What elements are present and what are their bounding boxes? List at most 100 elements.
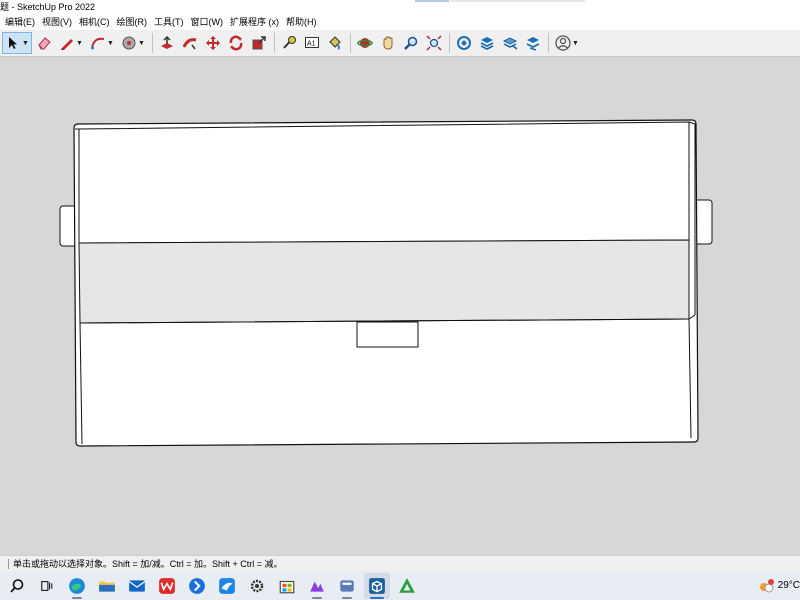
pan-tool-button[interactable] <box>377 32 399 54</box>
user-circle-icon <box>555 35 571 51</box>
menu-help[interactable]: 帮助(H) <box>286 14 317 30</box>
taskbar-sketchup-button[interactable] <box>364 572 390 599</box>
titlebar-accent-2 <box>450 0 585 2</box>
lid-band-face <box>78 239 690 324</box>
3d-warehouse-tool-button[interactable] <box>453 32 475 54</box>
store-icon <box>279 580 295 593</box>
task-view-icon <box>41 580 53 591</box>
arc-icon <box>91 37 105 50</box>
toolbar-separator <box>350 33 351 53</box>
edge-icon <box>69 577 85 594</box>
taskbar-app-purple-button[interactable] <box>304 573 330 599</box>
system-tray: 29°C <box>758 571 800 600</box>
taskbar-app-green-button[interactable] <box>394 573 420 599</box>
weather-icon[interactable] <box>758 578 774 594</box>
status-hint: 单击或拖动以选择对象。Shift = 加/减。Ctrl = 加。Shift + … <box>13 559 283 569</box>
mail-icon <box>128 579 146 592</box>
send-to-layout-tool-button[interactable] <box>522 32 544 54</box>
arc-tool-button[interactable]: ▼ <box>87 32 117 54</box>
taskbar-file-explorer-button[interactable] <box>94 573 120 599</box>
taskbar-edge-button[interactable] <box>64 573 90 599</box>
layout-icon <box>526 37 540 51</box>
menu-edit[interactable]: 编辑(E) <box>5 14 35 30</box>
taskbar-search-button[interactable] <box>4 573 30 599</box>
menu-extensions[interactable]: 扩展程序 (x) <box>230 14 279 30</box>
select-tool-button[interactable]: ▼ <box>2 32 32 54</box>
scale-icon <box>252 36 266 50</box>
lid-top-face <box>78 121 690 244</box>
rotate-tool-button[interactable] <box>225 32 247 54</box>
orbit-tool-button[interactable] <box>354 32 376 54</box>
shape-tool-button[interactable]: ▼ <box>118 32 148 54</box>
bird-icon <box>219 577 235 594</box>
taskbar-store-button[interactable] <box>274 573 300 599</box>
paint-bucket-tool-button[interactable] <box>324 32 346 54</box>
chevron-down-icon[interactable]: ▼ <box>76 40 83 47</box>
hand-icon <box>383 36 393 50</box>
taskbar-app-blue-button[interactable] <box>184 573 210 599</box>
eraser-icon <box>38 37 51 50</box>
scale-tool-button[interactable] <box>248 32 270 54</box>
extension-warehouse-tool-button[interactable] <box>476 32 498 54</box>
zoom-tool-button[interactable] <box>400 32 422 54</box>
rotate-icon <box>229 35 243 51</box>
tape-measure-tool-button[interactable] <box>278 32 300 54</box>
layout-tool-button[interactable] <box>499 32 521 54</box>
weather-temperature: 29°C <box>777 580 800 591</box>
paint-bucket-icon <box>329 36 341 50</box>
folder-icon <box>99 581 115 592</box>
menu-view[interactable]: 视图(V) <box>42 14 72 30</box>
chevron-down-icon[interactable]: ▼ <box>22 40 29 47</box>
chevron-down-icon[interactable]: ▼ <box>138 40 145 47</box>
pencil-icon <box>61 39 74 50</box>
push-pull-tool-button[interactable] <box>156 32 178 54</box>
taskbar-app-gray-button[interactable] <box>334 573 360 599</box>
search-icon <box>10 578 24 593</box>
running-indicator <box>72 596 82 599</box>
menu-bar: 编辑(E) 视图(V) 相机(C) 绘图(R) 工具(T) 窗口(W) 扩展程序… <box>0 14 800 30</box>
taskbar-settings-button[interactable] <box>244 573 270 599</box>
follow-me-icon <box>182 38 197 50</box>
tape-measure-icon <box>283 36 296 49</box>
chevron-down-icon[interactable]: ▼ <box>572 40 579 47</box>
menu-tools[interactable]: 工具(T) <box>154 14 184 30</box>
status-bar: 单击或拖动以选择对象。Shift = 加/减。Ctrl = 加。Shift + … <box>0 555 800 571</box>
orbit-icon <box>357 38 373 48</box>
line-tool-button[interactable]: ▼ <box>56 32 86 54</box>
text-tool-button[interactable]: A1 <box>301 32 323 54</box>
toolbar-separator <box>548 33 549 53</box>
app-gray-icon <box>340 579 354 592</box>
menu-draw[interactable]: 绘图(R) <box>117 14 148 30</box>
windows-taskbar: 29°C <box>0 571 800 600</box>
sketchup-icon <box>369 577 385 594</box>
follow-me-tool-button[interactable] <box>179 32 201 54</box>
gear-icon <box>250 579 264 592</box>
text-a1-icon: A1 <box>305 37 319 48</box>
modeling-viewport[interactable] <box>0 57 800 555</box>
front-clasp-face <box>356 321 419 348</box>
move-arrows-icon <box>206 36 220 50</box>
menu-window[interactable]: 窗口(W) <box>191 14 224 30</box>
wps-icon <box>159 577 175 594</box>
zoom-extents-tool-button[interactable] <box>423 32 445 54</box>
taskbar-task-view-button[interactable] <box>34 573 60 599</box>
main-toolbar: ▼ ▼ ▼ ▼ A1 ▼ <box>0 30 800 57</box>
menu-camera[interactable]: 相机(C) <box>79 14 110 30</box>
taskbar-wps-button[interactable] <box>154 573 180 599</box>
eraser-tool-button[interactable] <box>33 32 55 54</box>
titlebar-accent <box>415 0 449 2</box>
running-indicator <box>342 596 352 599</box>
svg-text:A1: A1 <box>307 41 316 48</box>
chevron-down-icon[interactable]: ▼ <box>107 40 114 47</box>
magnifier-icon <box>404 36 418 50</box>
taskbar-mail-button[interactable] <box>124 573 150 599</box>
move-tool-button[interactable] <box>202 32 224 54</box>
app-green-icon <box>399 577 415 593</box>
zoom-extents-icon <box>426 35 442 51</box>
running-indicator <box>370 596 384 599</box>
running-indicator <box>312 596 322 599</box>
status-grip <box>8 558 9 569</box>
toolbar-separator <box>152 33 153 53</box>
taskbar-app-bird-button[interactable] <box>214 573 240 599</box>
account-tool-button[interactable]: ▼ <box>552 32 582 54</box>
